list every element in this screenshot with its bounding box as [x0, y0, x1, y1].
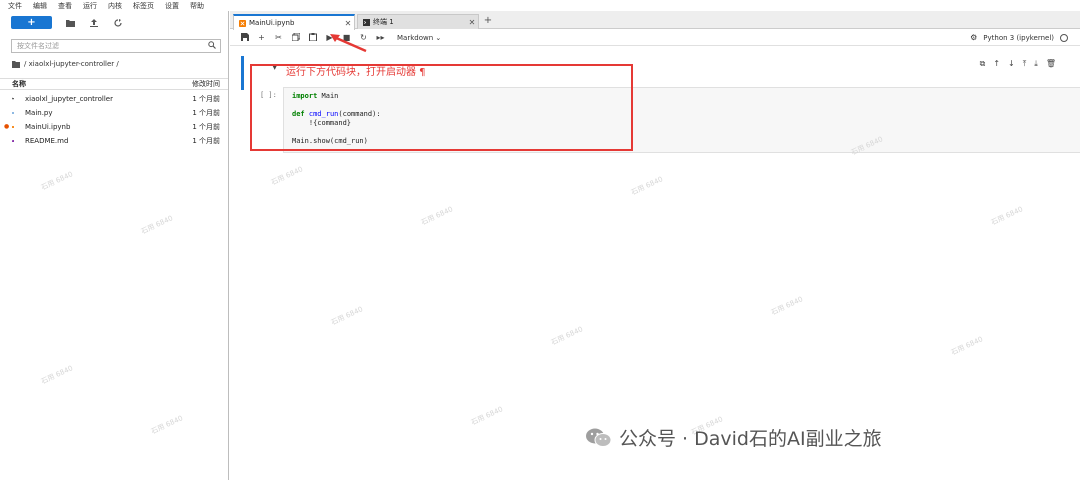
menu-tabs[interactable]: 标签页	[133, 1, 154, 11]
paste-icon[interactable]	[304, 32, 321, 43]
file-row[interactable]: Main.py 1 个月前	[0, 106, 228, 119]
menu-help[interactable]: 帮助	[190, 1, 204, 11]
file-name: README.md	[25, 136, 69, 145]
gear-icon[interactable]: ⚙	[970, 33, 977, 42]
file-list-header: 名称 修改时间	[0, 78, 228, 90]
menu-bar: 文件 编辑 查看 运行 内核 标签页 设置 帮助	[0, 0, 1080, 11]
footer-text: 公众号 · David石的AI副业之旅	[619, 428, 882, 450]
python-file-icon	[0, 109, 14, 117]
tab-label: 终端 1	[373, 18, 394, 26]
new-launcher-button[interactable]: +	[11, 16, 52, 29]
file-name: xiaolxl_jupyter_controller	[25, 94, 113, 103]
file-modified: 1 个月前	[192, 94, 220, 103]
kernel-name: Python 3 (ipykernel)	[983, 33, 1054, 42]
footer-watermark: 公众号 · David石的AI副业之旅	[585, 424, 882, 451]
menu-file[interactable]: 文件	[8, 1, 22, 11]
watermark: 石用 6840	[769, 295, 805, 317]
cell-type-select[interactable]: Markdown ⌄	[397, 34, 441, 42]
new-folder-icon[interactable]	[58, 16, 82, 29]
refresh-icon[interactable]	[106, 16, 130, 29]
file-browser: + 按文件名过滤 / xiaolxl-jupyter-controller / …	[0, 11, 229, 480]
search-icon	[208, 41, 220, 51]
file-modified: 1 个月前	[192, 136, 220, 145]
breadcrumb: / xiaolxl-jupyter-controller /	[12, 60, 119, 68]
breadcrumb-path[interactable]: / xiaolxl-jupyter-controller /	[24, 60, 119, 68]
column-modified[interactable]: 修改时间	[192, 79, 228, 89]
notebook-icon	[239, 19, 246, 27]
watermark: 石用 6840	[989, 205, 1025, 227]
move-up-icon[interactable]: ↑	[993, 59, 1000, 69]
annotation-arrow-icon	[330, 34, 367, 53]
watermark: 石用 6840	[269, 165, 305, 187]
file-row[interactable]: xiaolxl_jupyter_controller 1 个月前	[0, 92, 228, 105]
menu-edit[interactable]: 编辑	[33, 1, 47, 11]
watermark: 石用 6840	[629, 175, 665, 197]
file-name: MainUi.ipynb	[25, 122, 71, 131]
running-indicator-icon: ●	[4, 123, 10, 130]
menu-run[interactable]: 运行	[83, 1, 97, 11]
insert-below-icon[interactable]: ⤓	[1034, 59, 1038, 69]
file-row[interactable]: ● MainUi.ipynb 1 个月前	[0, 120, 228, 133]
add-cell-icon[interactable]: +	[253, 33, 270, 42]
watermark: 石用 6840	[469, 405, 505, 427]
watermark: 石用 6840	[949, 335, 985, 357]
duplicate-icon[interactable]: ⧉	[980, 59, 986, 69]
file-filter-input[interactable]: 按文件名过滤	[11, 39, 221, 53]
fast-forward-icon[interactable]: ▸▸	[372, 33, 389, 42]
menu-view[interactable]: 查看	[58, 1, 72, 11]
watermark: 石用 6840	[329, 305, 365, 327]
tab-label: MainUi.ipynb	[249, 19, 295, 27]
watermark: 石用 6840	[419, 205, 455, 227]
cut-icon[interactable]: ✂	[270, 33, 287, 42]
close-icon[interactable]: ✕	[342, 19, 354, 28]
move-down-icon[interactable]: ↓	[1008, 59, 1015, 69]
tab-mainui[interactable]: MainUi.ipynb ✕	[233, 14, 355, 30]
menu-kernel[interactable]: 内核	[108, 1, 122, 11]
wechat-icon	[586, 428, 612, 447]
save-icon[interactable]	[236, 32, 253, 43]
close-icon[interactable]: ✕	[466, 18, 478, 27]
file-filter-placeholder: 按文件名过滤	[17, 42, 59, 50]
upload-icon[interactable]	[82, 16, 106, 29]
file-modified: 1 个月前	[192, 122, 220, 131]
notebook-area: MainUi.ipynb ✕ 终端 1 ✕ + + ✂ ▶ ■ ↻ ▸▸ Mar…	[230, 11, 1080, 480]
kernel-status[interactable]: ⚙ Python 3 (ipykernel)	[970, 33, 1068, 42]
tab-terminal[interactable]: 终端 1 ✕	[357, 14, 479, 29]
menu-settings[interactable]: 设置	[165, 1, 179, 11]
tab-bar: MainUi.ipynb ✕ 终端 1 ✕ +	[230, 11, 1080, 30]
new-tab-button[interactable]: +	[482, 15, 494, 29]
file-browser-toolbar: +	[11, 16, 130, 29]
annotation-box	[250, 64, 633, 151]
terminal-icon	[363, 18, 370, 26]
file-row[interactable]: README.md 1 个月前	[0, 134, 228, 147]
watermark: 石用 6840	[549, 325, 585, 347]
insert-above-icon[interactable]: ⤒	[1023, 59, 1027, 69]
folder-icon	[0, 95, 14, 102]
copy-icon[interactable]	[287, 32, 304, 43]
kernel-idle-icon	[1060, 33, 1068, 42]
cell-toolbar: ⧉ ↑ ↓ ⤒ ⤓ 🗑	[980, 59, 1056, 69]
markdown-icon	[0, 137, 14, 145]
column-name[interactable]: 名称	[0, 79, 192, 89]
folder-icon[interactable]	[12, 60, 20, 68]
file-modified: 1 个月前	[192, 108, 220, 117]
delete-icon[interactable]: 🗑	[1046, 59, 1056, 69]
active-cell-indicator	[241, 56, 244, 90]
file-name: Main.py	[25, 108, 53, 117]
